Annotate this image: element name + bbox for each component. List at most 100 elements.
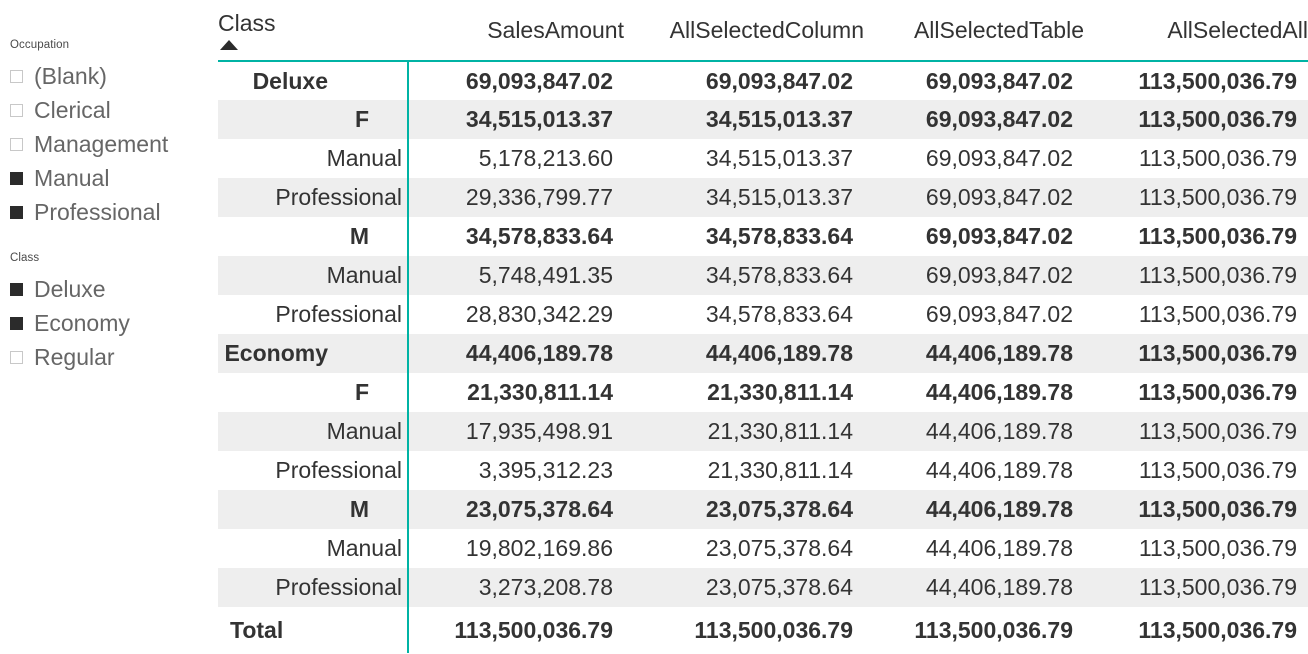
total-row-label: Total	[218, 607, 408, 653]
value-cell: 3,273,208.78	[408, 568, 624, 607]
value-cell: 44,406,189.78	[864, 412, 1084, 451]
checkbox-checked-icon[interactable]	[10, 206, 23, 219]
slicer-item-label: Professional	[34, 195, 161, 229]
slicer-item-class-economy[interactable]: Economy	[10, 306, 218, 340]
value-cell: 34,578,833.64	[624, 295, 864, 334]
checkbox-checked-icon[interactable]	[10, 283, 23, 296]
value-cell: 23,075,378.64	[624, 529, 864, 568]
value-cell: 69,093,847.02	[408, 61, 624, 100]
slicer-class-title: Class	[10, 251, 218, 265]
value-cell: 44,406,189.78	[864, 373, 1084, 412]
value-cell: 34,578,833.64	[624, 256, 864, 295]
table-row[interactable]: Professional3,395,312.2321,330,811.1444,…	[218, 451, 1308, 490]
value-cell: 3,395,312.23	[408, 451, 624, 490]
table-row[interactable]: M34,578,833.6434,578,833.6469,093,847.02…	[218, 217, 1308, 256]
sort-ascending-icon[interactable]	[220, 40, 238, 50]
slicer-item-class-regular[interactable]: Regular	[10, 340, 218, 374]
slicer-item-occupation-clerical[interactable]: Clerical	[10, 93, 218, 127]
table-row[interactable]: Professional28,830,342.2934,578,833.6469…	[218, 295, 1308, 334]
row-header-cell: Manual	[218, 412, 408, 451]
value-cell: 19,802,169.86	[408, 529, 624, 568]
column-header-label: SalesAmount	[487, 17, 624, 43]
value-cell: 69,093,847.02	[864, 139, 1084, 178]
slicer-panel: Occupation (Blank) Clerical Management M…	[0, 0, 218, 374]
slicer-item-class-deluxe[interactable]: Deluxe	[10, 272, 218, 306]
value-cell: 44,406,189.78	[864, 451, 1084, 490]
table-row[interactable]: Professional29,336,799.7734,515,013.3769…	[218, 178, 1308, 217]
total-value-cell: 113,500,036.79	[624, 607, 864, 653]
value-cell: 34,578,833.64	[624, 217, 864, 256]
value-cell: 69,093,847.02	[864, 100, 1084, 139]
value-cell: 113,500,036.79	[1084, 451, 1308, 490]
row-header-cell: Manual	[218, 139, 408, 178]
table-row[interactable]: Deluxe69,093,847.0269,093,847.0269,093,8…	[218, 61, 1308, 100]
value-cell: 23,075,378.64	[624, 568, 864, 607]
value-cell: 69,093,847.02	[864, 256, 1084, 295]
value-cell: 113,500,036.79	[1084, 61, 1308, 100]
table-row[interactable]: Economy44,406,189.7844,406,189.7844,406,…	[218, 334, 1308, 373]
table-row[interactable]: Manual17,935,498.9121,330,811.1444,406,1…	[218, 412, 1308, 451]
row-header-cell: M	[218, 217, 408, 256]
matrix-table: Class SalesAmount AllSelectedColumn AllS…	[218, 0, 1308, 653]
matrix-body: Deluxe69,093,847.0269,093,847.0269,093,8…	[218, 61, 1308, 653]
value-cell: 29,336,799.77	[408, 178, 624, 217]
table-row[interactable]: M23,075,378.6423,075,378.6444,406,189.78…	[218, 490, 1308, 529]
checkbox-unchecked-icon[interactable]	[10, 70, 23, 83]
column-header-label: Class	[218, 10, 276, 36]
value-cell: 113,500,036.79	[1084, 568, 1308, 607]
slicer-item-label: Management	[34, 127, 168, 161]
column-header-label: AllSelectedAll	[1167, 17, 1308, 43]
table-row[interactable]: F21,330,811.1421,330,811.1444,406,189.78…	[218, 373, 1308, 412]
checkbox-checked-icon[interactable]	[10, 317, 23, 330]
checkbox-unchecked-icon[interactable]	[10, 138, 23, 151]
row-header-cell: Deluxe	[218, 61, 408, 100]
total-row: Total113,500,036.79113,500,036.79113,500…	[218, 607, 1308, 653]
value-cell: 113,500,036.79	[1084, 412, 1308, 451]
value-cell: 69,093,847.02	[864, 61, 1084, 100]
report-page: Occupation (Blank) Clerical Management M…	[0, 0, 1308, 654]
row-header-cell: Professional	[218, 178, 408, 217]
value-cell: 113,500,036.79	[1084, 295, 1308, 334]
table-row[interactable]: Manual5,748,491.3534,578,833.6469,093,84…	[218, 256, 1308, 295]
slicer-item-occupation-professional[interactable]: Professional	[10, 195, 218, 229]
value-cell: 113,500,036.79	[1084, 100, 1308, 139]
value-cell: 17,935,498.91	[408, 412, 624, 451]
value-cell: 34,515,013.37	[408, 100, 624, 139]
value-cell: 21,330,811.14	[624, 451, 864, 490]
value-cell: 34,515,013.37	[624, 100, 864, 139]
row-header-cell: Manual	[218, 256, 408, 295]
row-header-cell: Manual	[218, 529, 408, 568]
checkbox-unchecked-icon[interactable]	[10, 351, 23, 364]
row-header-cell: M	[218, 490, 408, 529]
slicer-item-occupation-manual[interactable]: Manual	[10, 161, 218, 195]
column-header-all-selected-column[interactable]: AllSelectedColumn	[624, 0, 864, 61]
value-cell: 44,406,189.78	[864, 529, 1084, 568]
column-header-all-selected-all[interactable]: AllSelectedAll	[1084, 0, 1308, 61]
column-header-all-selected-table[interactable]: AllSelectedTable	[864, 0, 1084, 61]
column-header-sales-amount[interactable]: SalesAmount	[408, 0, 624, 61]
slicer-occupation-title: Occupation	[10, 38, 218, 52]
table-row[interactable]: Manual5,178,213.6034,515,013.3769,093,84…	[218, 139, 1308, 178]
table-row[interactable]: Manual19,802,169.8623,075,378.6444,406,1…	[218, 529, 1308, 568]
column-header-label: AllSelectedTable	[914, 17, 1084, 43]
value-cell: 21,330,811.14	[624, 412, 864, 451]
value-cell: 5,748,491.35	[408, 256, 624, 295]
matrix-header-row: Class SalesAmount AllSelectedColumn AllS…	[218, 0, 1308, 61]
value-cell: 113,500,036.79	[1084, 139, 1308, 178]
checkbox-checked-icon[interactable]	[10, 172, 23, 185]
slicer-item-occupation-management[interactable]: Management	[10, 127, 218, 161]
total-value-cell: 113,500,036.79	[408, 607, 624, 653]
value-cell: 21,330,811.14	[624, 373, 864, 412]
column-header-class[interactable]: Class	[218, 0, 408, 61]
value-cell: 69,093,847.02	[864, 217, 1084, 256]
checkbox-unchecked-icon[interactable]	[10, 104, 23, 117]
value-cell: 113,500,036.79	[1084, 256, 1308, 295]
slicer-item-occupation-blank[interactable]: (Blank)	[10, 59, 218, 93]
table-row[interactable]: Professional3,273,208.7823,075,378.6444,…	[218, 568, 1308, 607]
table-row[interactable]: F34,515,013.3734,515,013.3769,093,847.02…	[218, 100, 1308, 139]
value-cell: 113,500,036.79	[1084, 178, 1308, 217]
total-value-cell: 113,500,036.79	[864, 607, 1084, 653]
slicer-occupation: Occupation (Blank) Clerical Management M…	[0, 38, 218, 229]
slicer-item-label: Manual	[34, 161, 109, 195]
value-cell: 5,178,213.60	[408, 139, 624, 178]
